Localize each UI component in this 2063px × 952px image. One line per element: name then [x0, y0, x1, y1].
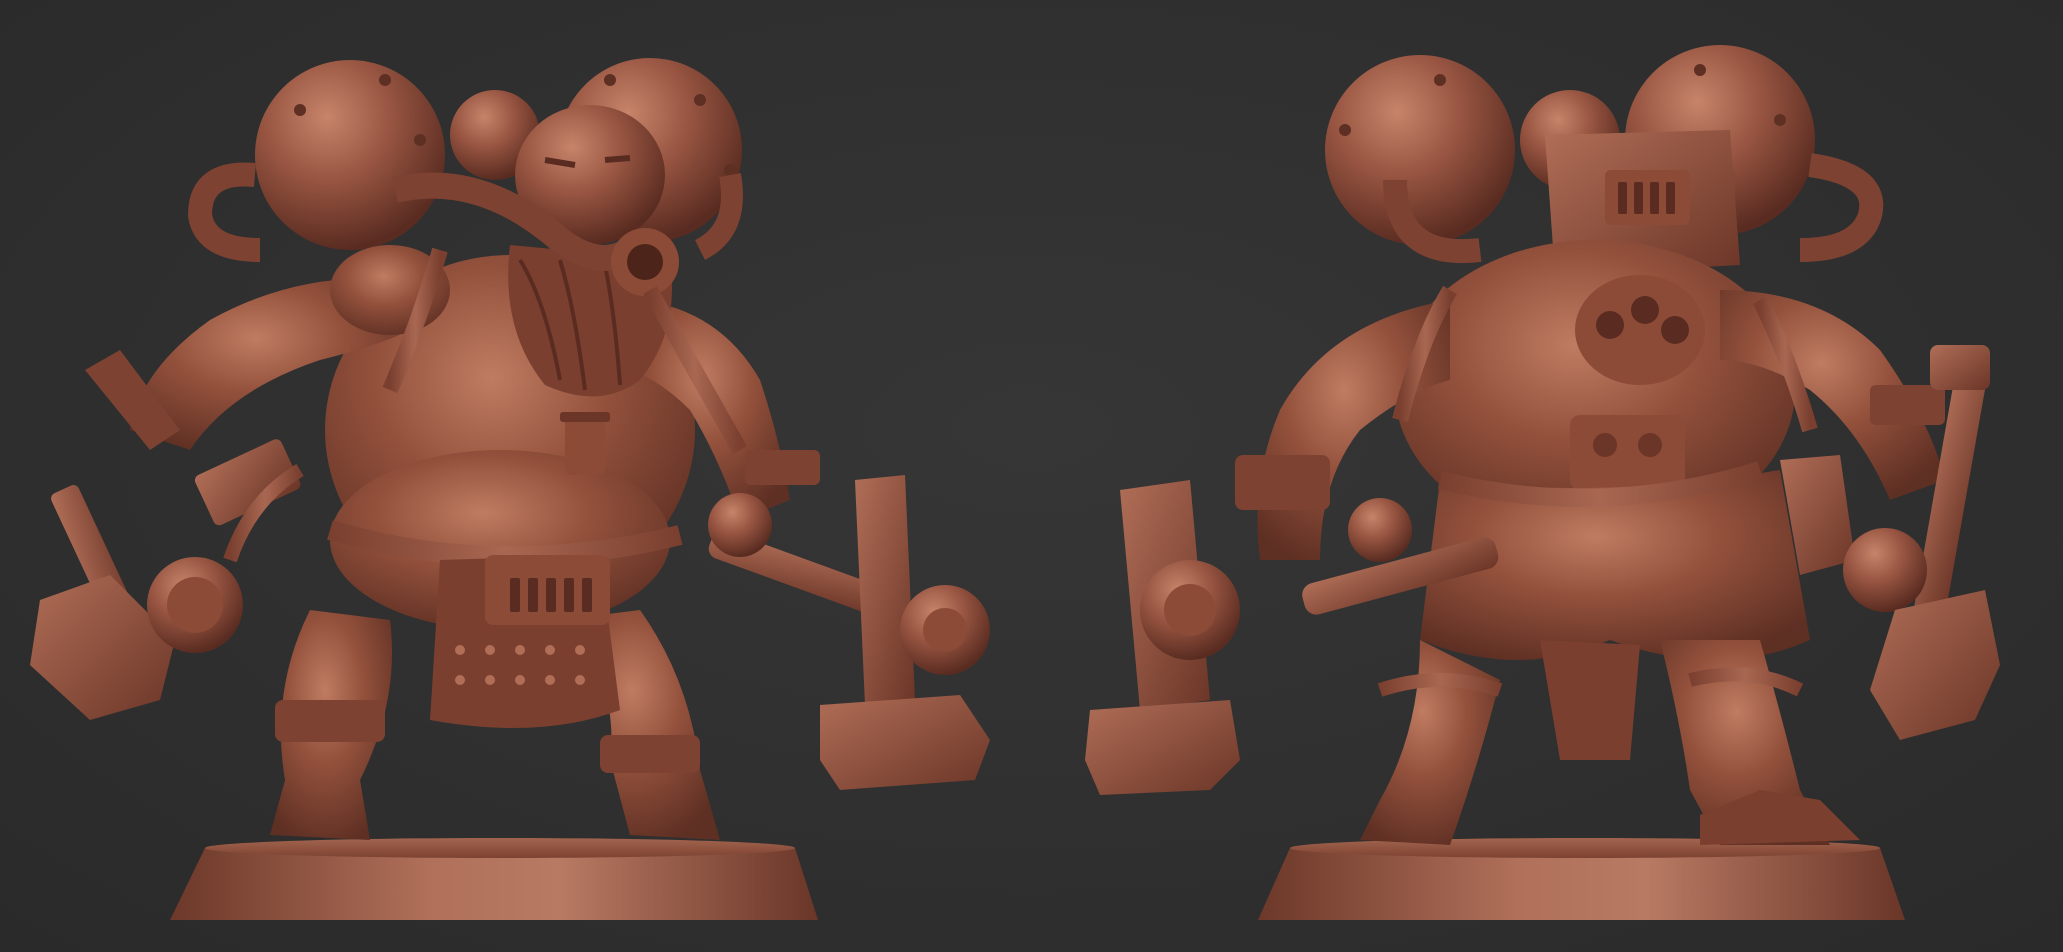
sculpt-render-canvas [0, 0, 2063, 952]
front-base [170, 838, 818, 920]
back-base [1258, 838, 1905, 920]
front-right-hammer [708, 475, 990, 790]
back-view-figure [1085, 45, 2000, 920]
front-left-hammer [30, 439, 301, 720]
render-svg [30, 45, 2000, 920]
front-view-figure [30, 58, 990, 920]
front-canister [560, 412, 610, 475]
